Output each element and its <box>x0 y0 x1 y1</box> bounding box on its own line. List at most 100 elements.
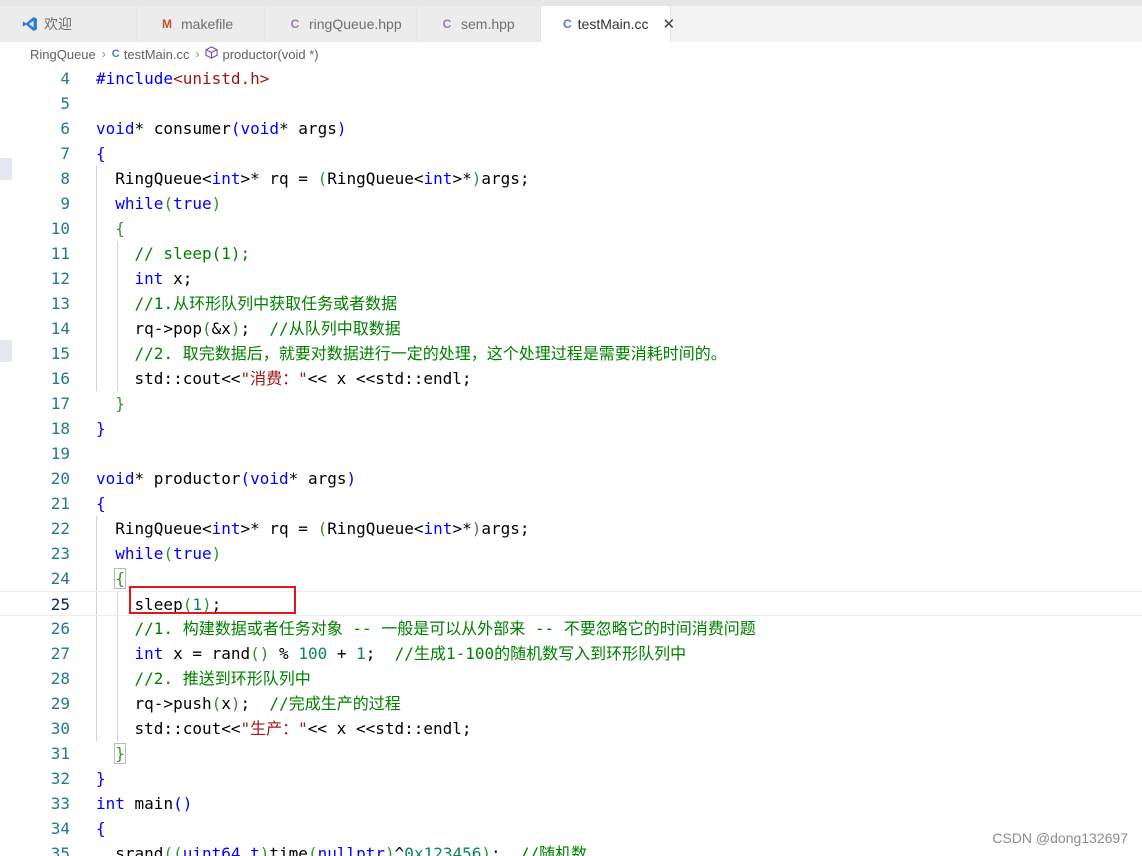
code-line: 34 { <box>0 816 1142 841</box>
breadcrumb-symbol[interactable]: productor(void *) <box>205 46 319 62</box>
line-number: 19 <box>50 444 70 463</box>
line-number: 22 <box>50 519 70 538</box>
line-number: 9 <box>60 194 70 213</box>
tab-label: ringQueue.hpp <box>309 16 402 32</box>
code-line: 10 { <box>0 216 1142 241</box>
code-line: 20 void* productor(void* args) <box>0 466 1142 491</box>
code-line: 23 while(true) <box>0 541 1142 566</box>
vscode-logo-icon <box>22 16 38 32</box>
line-text: std::cout<<"消费："<< x <<std::endl; <box>96 369 472 388</box>
cpp-file-icon: C <box>442 17 452 31</box>
line-text: int main() <box>96 794 193 813</box>
line-text: //2. 取完数据后，就要对数据进行一定的处理，这个处理过程是需要消耗时间的。 <box>96 344 727 363</box>
code-line: 8 RingQueue<int>* rq = (RingQueue<int>*)… <box>0 166 1142 191</box>
code-line: 14 rq->pop(&x); //从队列中取数据 <box>0 316 1142 341</box>
line-text: RingQueue<int>* rq = (RingQueue<int>*)ar… <box>96 169 530 188</box>
line-text: void* consumer(void* args) <box>96 119 347 138</box>
breadcrumb-folder[interactable]: RingQueue <box>30 47 96 62</box>
cpp-file-icon: C <box>290 17 300 31</box>
editor-tab-bar: 欢迎 M makefile C ringQueue.hpp C sem.hpp … <box>0 6 1142 42</box>
line-number: 29 <box>50 694 70 713</box>
line-number: 6 <box>60 119 70 138</box>
line-number: 16 <box>50 369 70 388</box>
tab-label: makefile <box>181 16 234 32</box>
line-text: RingQueue<int>* rq = (RingQueue<int>*)ar… <box>96 519 530 538</box>
line-text: //1.从环形队列中获取任务或者数据 <box>96 294 398 313</box>
chevron-right-icon: › <box>101 47 106 61</box>
line-number: 34 <box>50 819 70 838</box>
line-text: { <box>96 494 106 513</box>
line-number: 27 <box>50 644 70 663</box>
code-line: 21 { <box>0 491 1142 516</box>
line-number: 12 <box>50 269 70 288</box>
breadcrumb: RingQueue › C testMain.cc › productor(vo… <box>0 42 1142 66</box>
code-line: 27 int x = rand() % 100 + 1; //生成1-100的随… <box>0 641 1142 666</box>
line-text: } <box>115 394 125 413</box>
line-text: { <box>96 144 106 163</box>
code-line: 32} <box>0 766 1142 791</box>
line-text: int x; <box>134 269 193 288</box>
code-line: 28 //2. 推送到环形队列中 <box>0 666 1142 691</box>
code-line: 22 RingQueue<int>* rq = (RingQueue<int>*… <box>0 516 1142 541</box>
line-text: } <box>96 419 106 438</box>
code-line: 11 // sleep(1); <box>0 241 1142 266</box>
line-number: 5 <box>60 94 70 113</box>
code-lines: 4 #include<unistd.h> 5 6 void* consumer(vo… <box>0 66 1142 856</box>
close-icon[interactable]: ✕ <box>662 15 675 33</box>
line-text: { <box>96 819 106 838</box>
code-line: 13 //1.从环形队列中获取任务或者数据 <box>0 291 1142 316</box>
code-line: 30 std::cout<<"生产："<< x <<std::endl; <box>0 716 1142 741</box>
line-number: 15 <box>50 344 70 363</box>
tab-sem-hpp[interactable]: C sem.hpp <box>417 6 541 42</box>
line-text: rq->push(x); //完成生产的过程 <box>96 694 401 713</box>
line-number: 33 <box>50 794 70 813</box>
tab-testmain-cc[interactable]: C testMain.cc ✕ <box>541 6 675 42</box>
cube-icon <box>205 46 219 62</box>
line-text: // sleep(1); <box>96 244 251 263</box>
line-text: { <box>114 568 126 589</box>
code-line: 29 rq->push(x); //完成生产的过程 <box>0 691 1142 716</box>
code-line: 5 <box>0 91 1142 116</box>
code-editor[interactable]: 4 #include<unistd.h> 5 6 void* consumer(vo… <box>0 66 1142 856</box>
line-text: } <box>114 743 126 764</box>
line-text: std::cout<<"生产："<< x <<std::endl; <box>96 719 472 738</box>
line-text: srand((uint64_t)time(nullptr)^0x123456);… <box>96 844 588 856</box>
line-text: } <box>96 769 106 788</box>
line-number: 7 <box>60 144 70 163</box>
watermark: CSDN @dong132697 <box>992 830 1128 846</box>
cpp-file-icon: C <box>563 17 572 31</box>
code-line: 31 } <box>0 741 1142 766</box>
tab-welcome[interactable]: 欢迎 <box>0 6 137 42</box>
line-number: 8 <box>60 169 70 188</box>
code-line: 4 #include<unistd.h> <box>0 66 1142 91</box>
line-text: while(true) <box>115 544 222 563</box>
line-number: 21 <box>50 494 70 513</box>
tab-ringqueue-hpp[interactable]: C ringQueue.hpp <box>265 6 417 42</box>
line-text: int x = rand() % 100 + 1; //生成1-100的随机数写… <box>134 644 687 663</box>
code-line: 6 void* consumer(void* args) <box>0 116 1142 141</box>
line-number: 4 <box>60 69 70 88</box>
code-line: 7{ <box>0 141 1142 166</box>
code-line: 18} <box>0 416 1142 441</box>
line-number: 35 <box>50 844 70 856</box>
line-number: 13 <box>50 294 70 313</box>
line-text: while(true) <box>115 194 222 213</box>
line-number: 24 <box>50 569 70 588</box>
breadcrumb-file[interactable]: C testMain.cc <box>112 47 190 62</box>
line-number: 32 <box>50 769 70 788</box>
line-text: rq->pop(&x); //从队列中取数据 <box>96 319 401 338</box>
tab-label: testMain.cc <box>577 16 649 32</box>
line-number: 25 <box>50 595 70 614</box>
line-number: 17 <box>50 394 70 413</box>
tab-label: 欢迎 <box>44 16 72 32</box>
tab-makefile[interactable]: M makefile <box>137 6 265 42</box>
tab-label: sem.hpp <box>461 16 515 32</box>
code-line: 17 } <box>0 391 1142 416</box>
line-number: 26 <box>50 619 70 638</box>
code-line: 15 //2. 取完数据后，就要对数据进行一定的处理，这个处理过程是需要消耗时间… <box>0 341 1142 366</box>
line-number: 23 <box>50 544 70 563</box>
line-text: //2. 推送到环形队列中 <box>96 669 311 688</box>
line-text: void* productor(void* args) <box>96 469 357 488</box>
code-line: 16 std::cout<<"消费："<< x <<std::endl; <box>0 366 1142 391</box>
cpp-file-icon: C <box>111 48 120 60</box>
